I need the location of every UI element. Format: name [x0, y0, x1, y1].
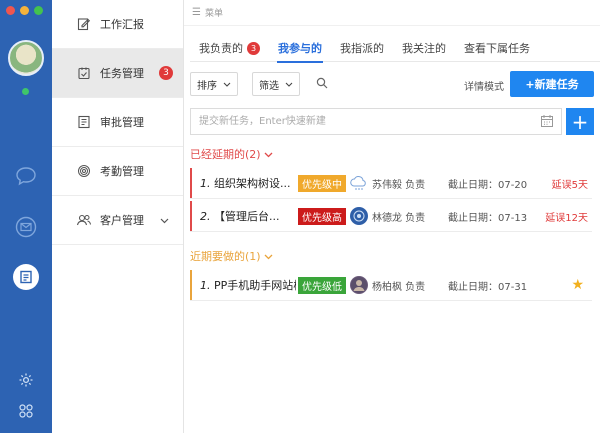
task-icon	[76, 65, 92, 81]
delay-status: 延误12天	[545, 212, 588, 224]
tab-my-assigned[interactable]: 我指派的	[331, 34, 393, 62]
module-nav: 工作汇报 任务管理 3 审批管理 考勤管理 客户管理	[52, 0, 184, 433]
owner-avatar	[350, 207, 368, 225]
menu-label: 菜单	[204, 9, 223, 19]
filter-label: 筛选	[259, 80, 279, 92]
user-avatar[interactable]	[8, 40, 44, 76]
quick-add-input[interactable]	[190, 108, 562, 135]
tab-my-responsible[interactable]: 我负责的 3	[190, 34, 269, 62]
edit-icon	[76, 16, 92, 32]
mail-icon[interactable]	[14, 215, 38, 239]
task-title[interactable]: 1. PP手机助手网站栏目...	[200, 277, 296, 293]
task-number: 1.	[200, 279, 211, 292]
nav-item-label: 考勤管理	[100, 165, 144, 178]
task-count-badge: 3	[159, 66, 173, 80]
detail-mode-link[interactable]: 详情模式	[464, 78, 504, 93]
task-owner: 苏伟毅 负责	[372, 179, 426, 191]
task-tabs: 我负责的 3 我参与的 我指派的 我关注的 查看下属任务	[190, 34, 600, 63]
task-row[interactable]: 1. PP手机助手网站栏目... 优先级低 杨柏枫 负责 截止日期：07-31 …	[190, 270, 592, 301]
settings-icon[interactable]	[14, 368, 38, 392]
tab-label: 我参与的	[278, 42, 322, 55]
task-deadline: 截止日期：07-20	[448, 179, 528, 191]
priority-badge: 优先级高	[298, 207, 346, 225]
nav-item-label: 客户管理	[100, 214, 144, 227]
nav-item-approval-management[interactable]: 审批管理	[52, 98, 183, 147]
overdue-marker	[190, 201, 192, 231]
priority-badge: 优先级低	[298, 276, 346, 294]
tab-label: 我关注的	[402, 42, 446, 55]
nav-item-label: 审批管理	[100, 116, 144, 129]
fingerprint-icon	[76, 163, 92, 179]
sort-label: 排序	[197, 80, 217, 92]
task-row[interactable]: 2. 【管理后台... 优先级高 林德龙 负责 截止日期：07-13 延误12天	[190, 201, 592, 232]
search-icon[interactable]	[316, 77, 328, 92]
task-number: 1.	[200, 177, 211, 190]
nav-item-customer-management[interactable]: 客户管理	[52, 196, 183, 245]
task-title[interactable]: 1. 组织架构树设...	[200, 175, 296, 191]
chevron-down-icon	[264, 148, 273, 161]
apps-grid-icon[interactable]	[14, 399, 38, 423]
add-task-button[interactable]: +	[566, 108, 594, 135]
task-owner: 杨柏枫 负责	[372, 281, 426, 293]
chevron-down-icon	[285, 79, 293, 90]
nav-item-attendance-management[interactable]: 考勤管理	[52, 147, 183, 196]
owner-avatar	[350, 276, 368, 294]
filter-dropdown[interactable]: 筛选	[252, 72, 300, 96]
sort-dropdown[interactable]: 排序	[190, 72, 238, 96]
group-title: 近期要做的(1)	[190, 250, 261, 263]
menu-bar[interactable]: ☰ 菜单	[184, 0, 600, 26]
overdue-group-header[interactable]: 已经延期的(2)	[190, 146, 273, 162]
upcoming-marker	[190, 270, 192, 300]
minimize-window-button[interactable]	[20, 6, 29, 15]
task-deadline: 截止日期：07-13	[448, 212, 528, 224]
task-row[interactable]: 1. 组织架构树设... 优先级中 苏伟毅 负责 截止日期：07-20 延误5天	[190, 168, 592, 199]
task-title[interactable]: 2. 【管理后台...	[200, 208, 296, 224]
overdue-marker	[190, 168, 192, 198]
workbench-icon[interactable]	[13, 264, 39, 290]
tab-count-badge: 3	[247, 41, 260, 55]
chevron-down-icon	[264, 250, 273, 263]
nav-item-label: 工作汇报	[100, 18, 144, 31]
nav-item-label: 任务管理	[100, 67, 144, 80]
task-owner: 林德龙 负责	[372, 212, 426, 224]
task-title-text: PP手机助手网站栏目...	[214, 279, 296, 292]
tab-label: 查看下属任务	[464, 42, 530, 55]
chevron-down-icon	[223, 79, 231, 90]
approval-icon	[76, 114, 92, 130]
group-title: 已经延期的(2)	[190, 148, 261, 161]
task-toolbar: 排序 筛选 详情模式 +新建任务	[190, 71, 594, 98]
chat-icon[interactable]	[14, 164, 38, 188]
task-title-text: 【管理后台...	[214, 210, 280, 223]
task-panel: ☰ 菜单 我负责的 3 我参与的 我指派的 我关注的 查看下属任务 排序 筛选	[184, 0, 600, 433]
tab-subordinate-tasks[interactable]: 查看下属任务	[455, 34, 539, 62]
window-controls	[6, 6, 43, 15]
customers-icon	[76, 212, 92, 228]
chevron-down-icon[interactable]	[160, 214, 169, 227]
new-task-button[interactable]: +新建任务	[510, 71, 594, 97]
priority-badge: 优先级中	[298, 174, 346, 192]
star-icon[interactable]: ★	[571, 277, 584, 293]
calendar-icon[interactable]	[540, 114, 554, 131]
task-number: 2.	[200, 210, 211, 223]
menu-icon: ☰	[192, 7, 201, 18]
quick-add-bar: +	[190, 108, 594, 136]
nav-item-work-report[interactable]: 工作汇报	[52, 0, 183, 49]
app-rail	[0, 0, 52, 433]
nav-item-task-management[interactable]: 任务管理 3	[52, 49, 183, 98]
tab-my-followed[interactable]: 我关注的	[393, 34, 455, 62]
owner-avatar	[350, 174, 368, 192]
task-deadline: 截止日期：07-31	[448, 281, 528, 293]
upcoming-group-header[interactable]: 近期要做的(1)	[190, 248, 273, 264]
close-window-button[interactable]	[6, 6, 15, 15]
tab-my-participating[interactable]: 我参与的	[269, 34, 331, 63]
tab-label: 我负责的	[199, 42, 243, 55]
online-status-dot	[22, 88, 29, 95]
maximize-window-button[interactable]	[34, 6, 43, 15]
delay-status: 延误5天	[551, 179, 588, 191]
task-title-text: 组织架构树设...	[214, 177, 291, 190]
tab-label: 我指派的	[340, 42, 384, 55]
